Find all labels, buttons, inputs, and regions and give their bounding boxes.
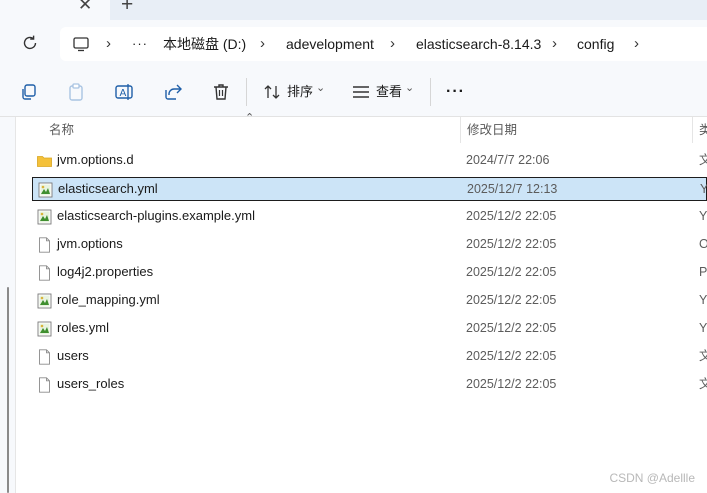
navigation-pane-edge	[0, 117, 16, 493]
this-pc-icon[interactable]	[72, 35, 90, 53]
file-name: jvm.options	[57, 236, 123, 251]
view-label: 查看	[376, 84, 403, 99]
svg-text:A: A	[120, 88, 127, 99]
breadcrumb-item-config[interactable]: config	[577, 27, 614, 61]
new-tab-button[interactable]: +	[121, 0, 133, 17]
file-type: Y	[700, 182, 707, 196]
file-row[interactable]: users 2025/12/2 22:05 文	[32, 345, 707, 369]
file-row[interactable]: jvm.options 2025/12/2 22:05 O	[32, 233, 707, 257]
yml-file-icon	[37, 293, 52, 309]
file-modified-date: 2025/12/2 22:05	[466, 237, 557, 251]
file-name: elasticsearch-plugins.example.yml	[57, 208, 255, 223]
column-header-type[interactable]: 类	[699, 117, 707, 143]
file-name: roles.yml	[57, 320, 110, 335]
file-modified-date: 2025/12/2 22:05	[466, 293, 557, 307]
file-modified-date: 2025/12/2 22:05	[466, 209, 557, 223]
breadcrumb-item-drive[interactable]: 本地磁盘 (D:)	[163, 27, 246, 61]
column-header-name[interactable]: 名称	[49, 117, 74, 143]
file-icon	[37, 265, 52, 281]
close-tab-icon[interactable]: ✕	[78, 0, 92, 15]
divider	[430, 78, 431, 106]
file-row[interactable]: elasticsearch-plugins.example.yml 2025/12…	[32, 205, 707, 229]
file-name: users	[57, 348, 89, 363]
file-name: log4j2.properties	[57, 264, 154, 279]
breadcrumb-overflow[interactable]: ···	[132, 27, 148, 61]
file-modified-date: 2025/12/2 22:05	[466, 349, 557, 363]
breadcrumb[interactable]: › ··· 本地磁盘 (D:) › adevelopment › elastic…	[60, 27, 707, 61]
file-name: users_roles	[57, 376, 125, 391]
sort-ascending-icon: ⌃	[245, 112, 255, 124]
chevron-right-icon[interactable]: ›	[634, 27, 639, 61]
file-type: Y	[699, 209, 707, 223]
file-icon	[37, 349, 52, 365]
yml-file-icon	[37, 209, 52, 225]
copy-icon[interactable]	[19, 82, 39, 102]
chevron-down-icon: ⌄	[405, 82, 415, 94]
chevron-right-icon[interactable]: ›	[552, 27, 557, 61]
file-name: elasticsearch.yml	[58, 181, 158, 196]
file-name: jvm.options.d	[57, 152, 134, 167]
file-type: 文	[699, 377, 707, 391]
file-modified-date: 2025/12/2 22:05	[466, 321, 557, 335]
paste-icon[interactable]	[66, 82, 86, 102]
file-name: role_mapping.yml	[57, 292, 160, 307]
file-type: P	[699, 265, 707, 279]
file-type: Y	[699, 321, 707, 335]
refresh-icon[interactable]	[20, 33, 40, 53]
yml-file-icon	[38, 182, 53, 198]
file-row[interactable]: users_roles 2025/12/2 22:05 文	[32, 373, 707, 397]
column-divider[interactable]	[460, 117, 461, 143]
address-bar-row: › ··· 本地磁盘 (D:) › adevelopment › elastic…	[0, 20, 707, 68]
file-list: ⌃ 名称 修改日期 类 jvm.options.d 2024/7/7 22:06 文…	[0, 112, 707, 493]
yml-file-icon	[37, 321, 52, 337]
file-row[interactable]: log4j2.properties 2025/12/2 22:05 P	[32, 261, 707, 285]
breadcrumb-item-adevelopment[interactable]: adevelopment	[286, 27, 374, 61]
chevron-right-icon[interactable]: ›	[106, 27, 111, 61]
view-icon	[353, 86, 369, 98]
scrollbar[interactable]	[7, 287, 9, 493]
rename-icon[interactable]: A	[114, 82, 134, 102]
column-header-modified[interactable]: 修改日期	[467, 117, 517, 143]
file-row[interactable]: roles.yml 2025/12/2 22:05 Y	[32, 317, 707, 341]
file-row[interactable]: elasticsearch.yml 2025/12/7 12:13 Y	[32, 177, 707, 201]
file-modified-date: 2025/12/2 22:05	[466, 265, 557, 279]
divider	[246, 78, 247, 106]
folder-icon	[37, 153, 52, 169]
chevron-right-icon[interactable]: ›	[260, 27, 265, 61]
sort-icon	[264, 85, 280, 99]
file-icon	[37, 237, 52, 253]
chevron-down-icon: ⌄	[316, 82, 326, 94]
delete-icon[interactable]	[211, 82, 231, 102]
file-row[interactable]: jvm.options.d 2024/7/7 22:06 文	[32, 149, 707, 173]
column-divider[interactable]	[692, 117, 693, 143]
more-options-button[interactable]: ···	[446, 81, 465, 103]
file-modified-date: 2025/12/2 22:05	[466, 377, 557, 391]
command-bar: A 排序 ⌄ 查看 ⌄ ···	[0, 68, 707, 117]
tab-strip: ✕ +	[0, 0, 707, 20]
file-row[interactable]: role_mapping.yml 2025/12/2 22:05 Y	[32, 289, 707, 313]
file-type: O	[699, 237, 707, 251]
file-type: 文	[699, 153, 707, 167]
watermark: CSDN @Adellle	[609, 471, 695, 485]
file-type: Y	[699, 293, 707, 307]
sort-label: 排序	[287, 84, 314, 99]
chevron-right-icon[interactable]: ›	[390, 27, 395, 61]
breadcrumb-item-elasticsearch[interactable]: elasticsearch-8.14.3	[416, 27, 541, 61]
file-modified-date: 2024/7/7 22:06	[466, 153, 550, 167]
active-tab[interactable]: ✕	[0, 0, 110, 20]
share-icon[interactable]	[163, 82, 183, 102]
file-type: 文	[699, 349, 707, 363]
file-modified-date: 2025/12/7 12:13	[467, 182, 558, 196]
file-icon	[37, 377, 52, 393]
